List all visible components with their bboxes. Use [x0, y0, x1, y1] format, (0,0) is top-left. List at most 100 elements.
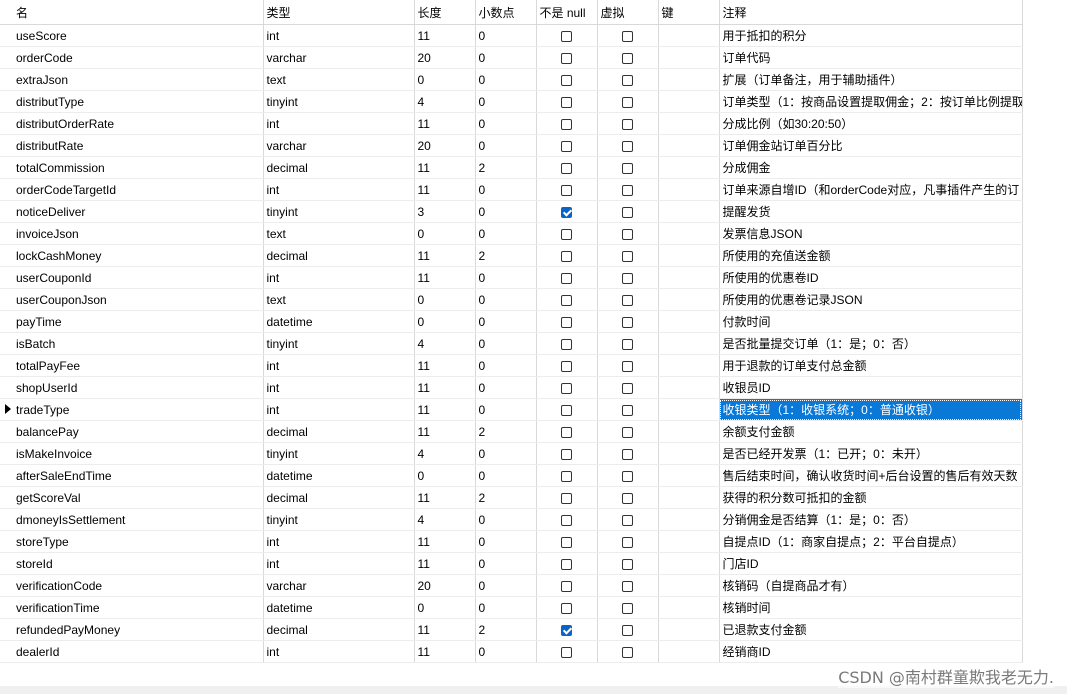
field-type-cell[interactable]: decimal — [263, 618, 415, 641]
virtual-checkbox[interactable] — [622, 580, 633, 592]
row-indicator[interactable] — [0, 288, 13, 311]
field-length-cell[interactable]: 11 — [414, 552, 476, 575]
field-type-cell[interactable]: int — [263, 24, 415, 47]
not-null-checkbox[interactable] — [561, 30, 572, 42]
row-indicator[interactable] — [0, 640, 13, 663]
row-indicator[interactable] — [0, 420, 13, 443]
field-type-cell[interactable]: tinyint — [263, 442, 415, 465]
col-header-length[interactable]: 长度 — [414, 0, 476, 25]
table-row[interactable]: tradeType int 11 0 收银类型（1：收银系统；0：普通收银） — [0, 398, 1023, 421]
field-length-cell[interactable]: 11 — [414, 530, 476, 553]
not-null-checkbox[interactable] — [561, 96, 572, 108]
not-null-checkbox[interactable] — [561, 140, 572, 152]
virtual-checkbox[interactable] — [622, 206, 633, 218]
row-indicator[interactable] — [0, 24, 13, 47]
virtual-checkbox[interactable] — [622, 624, 633, 636]
row-indicator[interactable] — [0, 552, 13, 575]
field-comment-cell[interactable]: 用于抵扣的积分 — [719, 24, 1023, 47]
row-indicator[interactable] — [0, 486, 13, 509]
field-key-cell[interactable] — [658, 24, 720, 47]
field-comment-cell[interactable]: 用于退款的订单支付总金额 — [719, 354, 1023, 377]
not-null-checkbox[interactable] — [561, 74, 572, 86]
field-decimal-cell[interactable]: 0 — [475, 222, 537, 245]
table-row[interactable]: invoiceJson text 0 0 发票信息JSON — [0, 222, 1023, 245]
not-null-checkbox[interactable] — [561, 492, 572, 504]
table-row[interactable]: userCouponId int 11 0 所使用的优惠卷ID — [0, 266, 1023, 289]
not-null-checkbox[interactable] — [561, 52, 572, 64]
row-indicator[interactable] — [0, 46, 13, 69]
field-decimal-cell[interactable]: 0 — [475, 442, 537, 465]
field-type-cell[interactable]: decimal — [263, 244, 415, 267]
field-decimal-cell[interactable]: 2 — [475, 156, 537, 179]
field-key-cell[interactable] — [658, 200, 720, 223]
virtual-checkbox[interactable] — [622, 558, 633, 570]
field-type-cell[interactable]: tinyint — [263, 508, 415, 531]
not-null-checkbox[interactable] — [561, 624, 572, 636]
field-length-cell[interactable]: 11 — [414, 24, 476, 47]
field-name-cell[interactable]: shopUserId — [13, 376, 264, 399]
row-indicator[interactable] — [0, 68, 13, 91]
table-row[interactable]: orderCode varchar 20 0 订单代码 — [0, 46, 1023, 69]
virtual-checkbox[interactable] — [622, 404, 633, 416]
virtual-checkbox[interactable] — [622, 52, 633, 64]
field-key-cell[interactable] — [658, 310, 720, 333]
row-indicator[interactable] — [0, 112, 13, 135]
not-null-checkbox[interactable] — [561, 580, 572, 592]
table-row[interactable]: noticeDeliver tinyint 3 0 提醒发货 — [0, 200, 1023, 223]
field-type-cell[interactable]: int — [263, 398, 415, 421]
field-type-cell[interactable]: varchar — [263, 574, 415, 597]
col-header-notnull[interactable]: 不是 null — [536, 0, 598, 25]
row-indicator[interactable] — [0, 508, 13, 531]
field-key-cell[interactable] — [658, 332, 720, 355]
not-null-checkbox[interactable] — [561, 294, 572, 306]
not-null-checkbox[interactable] — [561, 360, 572, 372]
table-row[interactable]: isMakeInvoice tinyint 4 0 是否已经开发票（1：已开；0：未开） — [0, 442, 1023, 465]
field-name-cell[interactable]: dealerId — [13, 640, 264, 663]
field-length-cell[interactable]: 11 — [414, 640, 476, 663]
field-name-cell[interactable]: payTime — [13, 310, 264, 333]
field-key-cell[interactable] — [658, 574, 720, 597]
not-null-checkbox[interactable] — [561, 228, 572, 240]
field-decimal-cell[interactable]: 0 — [475, 376, 537, 399]
field-type-cell[interactable]: int — [263, 112, 415, 135]
table-row[interactable]: balancePay decimal 11 2 余额支付金额 — [0, 420, 1023, 443]
field-decimal-cell[interactable]: 0 — [475, 552, 537, 575]
table-row[interactable]: storeType int 11 0 自提点ID（1：商家自提点；2：平台自提点） — [0, 530, 1023, 553]
field-name-cell[interactable]: userCouponJson — [13, 288, 264, 311]
table-row[interactable]: distributType tinyint 4 0 订单类型（1：按商品设置提取佣金；2… — [0, 90, 1023, 113]
field-name-cell[interactable]: distributType — [13, 90, 264, 113]
field-type-cell[interactable]: tinyint — [263, 332, 415, 355]
not-null-checkbox[interactable] — [561, 118, 572, 130]
field-comment-cell[interactable]: 是否已经开发票（1：已开；0：未开） — [719, 442, 1023, 465]
field-key-cell[interactable] — [658, 398, 720, 421]
field-name-cell[interactable]: storeType — [13, 530, 264, 553]
field-name-cell[interactable]: extraJson — [13, 68, 264, 91]
field-key-cell[interactable] — [658, 90, 720, 113]
virtual-checkbox[interactable] — [622, 602, 633, 614]
field-name-cell[interactable]: refundedPayMoney — [13, 618, 264, 641]
field-key-cell[interactable] — [658, 46, 720, 69]
virtual-checkbox[interactable] — [622, 646, 633, 658]
field-length-cell[interactable]: 4 — [414, 508, 476, 531]
not-null-checkbox[interactable] — [561, 206, 572, 218]
row-indicator[interactable] — [0, 310, 13, 333]
field-name-cell[interactable]: invoiceJson — [13, 222, 264, 245]
field-name-cell[interactable]: distributOrderRate — [13, 112, 264, 135]
row-indicator[interactable] — [0, 90, 13, 113]
col-header-name[interactable]: 名 — [13, 0, 264, 25]
table-row[interactable]: orderCodeTargetId int 11 0 订单来源自增ID（和orderCo… — [0, 178, 1023, 201]
virtual-checkbox[interactable] — [622, 316, 633, 328]
field-length-cell[interactable]: 11 — [414, 618, 476, 641]
table-row[interactable]: refundedPayMoney decimal 11 2 已退款支付金额 — [0, 618, 1023, 641]
field-comment-cell[interactable]: 付款时间 — [719, 310, 1023, 333]
row-indicator[interactable] — [0, 332, 13, 355]
field-decimal-cell[interactable]: 0 — [475, 200, 537, 223]
virtual-checkbox[interactable] — [622, 96, 633, 108]
virtual-checkbox[interactable] — [622, 228, 633, 240]
field-comment-cell[interactable]: 核销时间 — [719, 596, 1023, 619]
not-null-checkbox[interactable] — [561, 514, 572, 526]
field-length-cell[interactable]: 11 — [414, 244, 476, 267]
field-length-cell[interactable]: 11 — [414, 354, 476, 377]
row-indicator[interactable] — [0, 266, 13, 289]
field-comment-cell[interactable]: 收银类型（1：收银系统；0：普通收银） — [719, 398, 1023, 421]
